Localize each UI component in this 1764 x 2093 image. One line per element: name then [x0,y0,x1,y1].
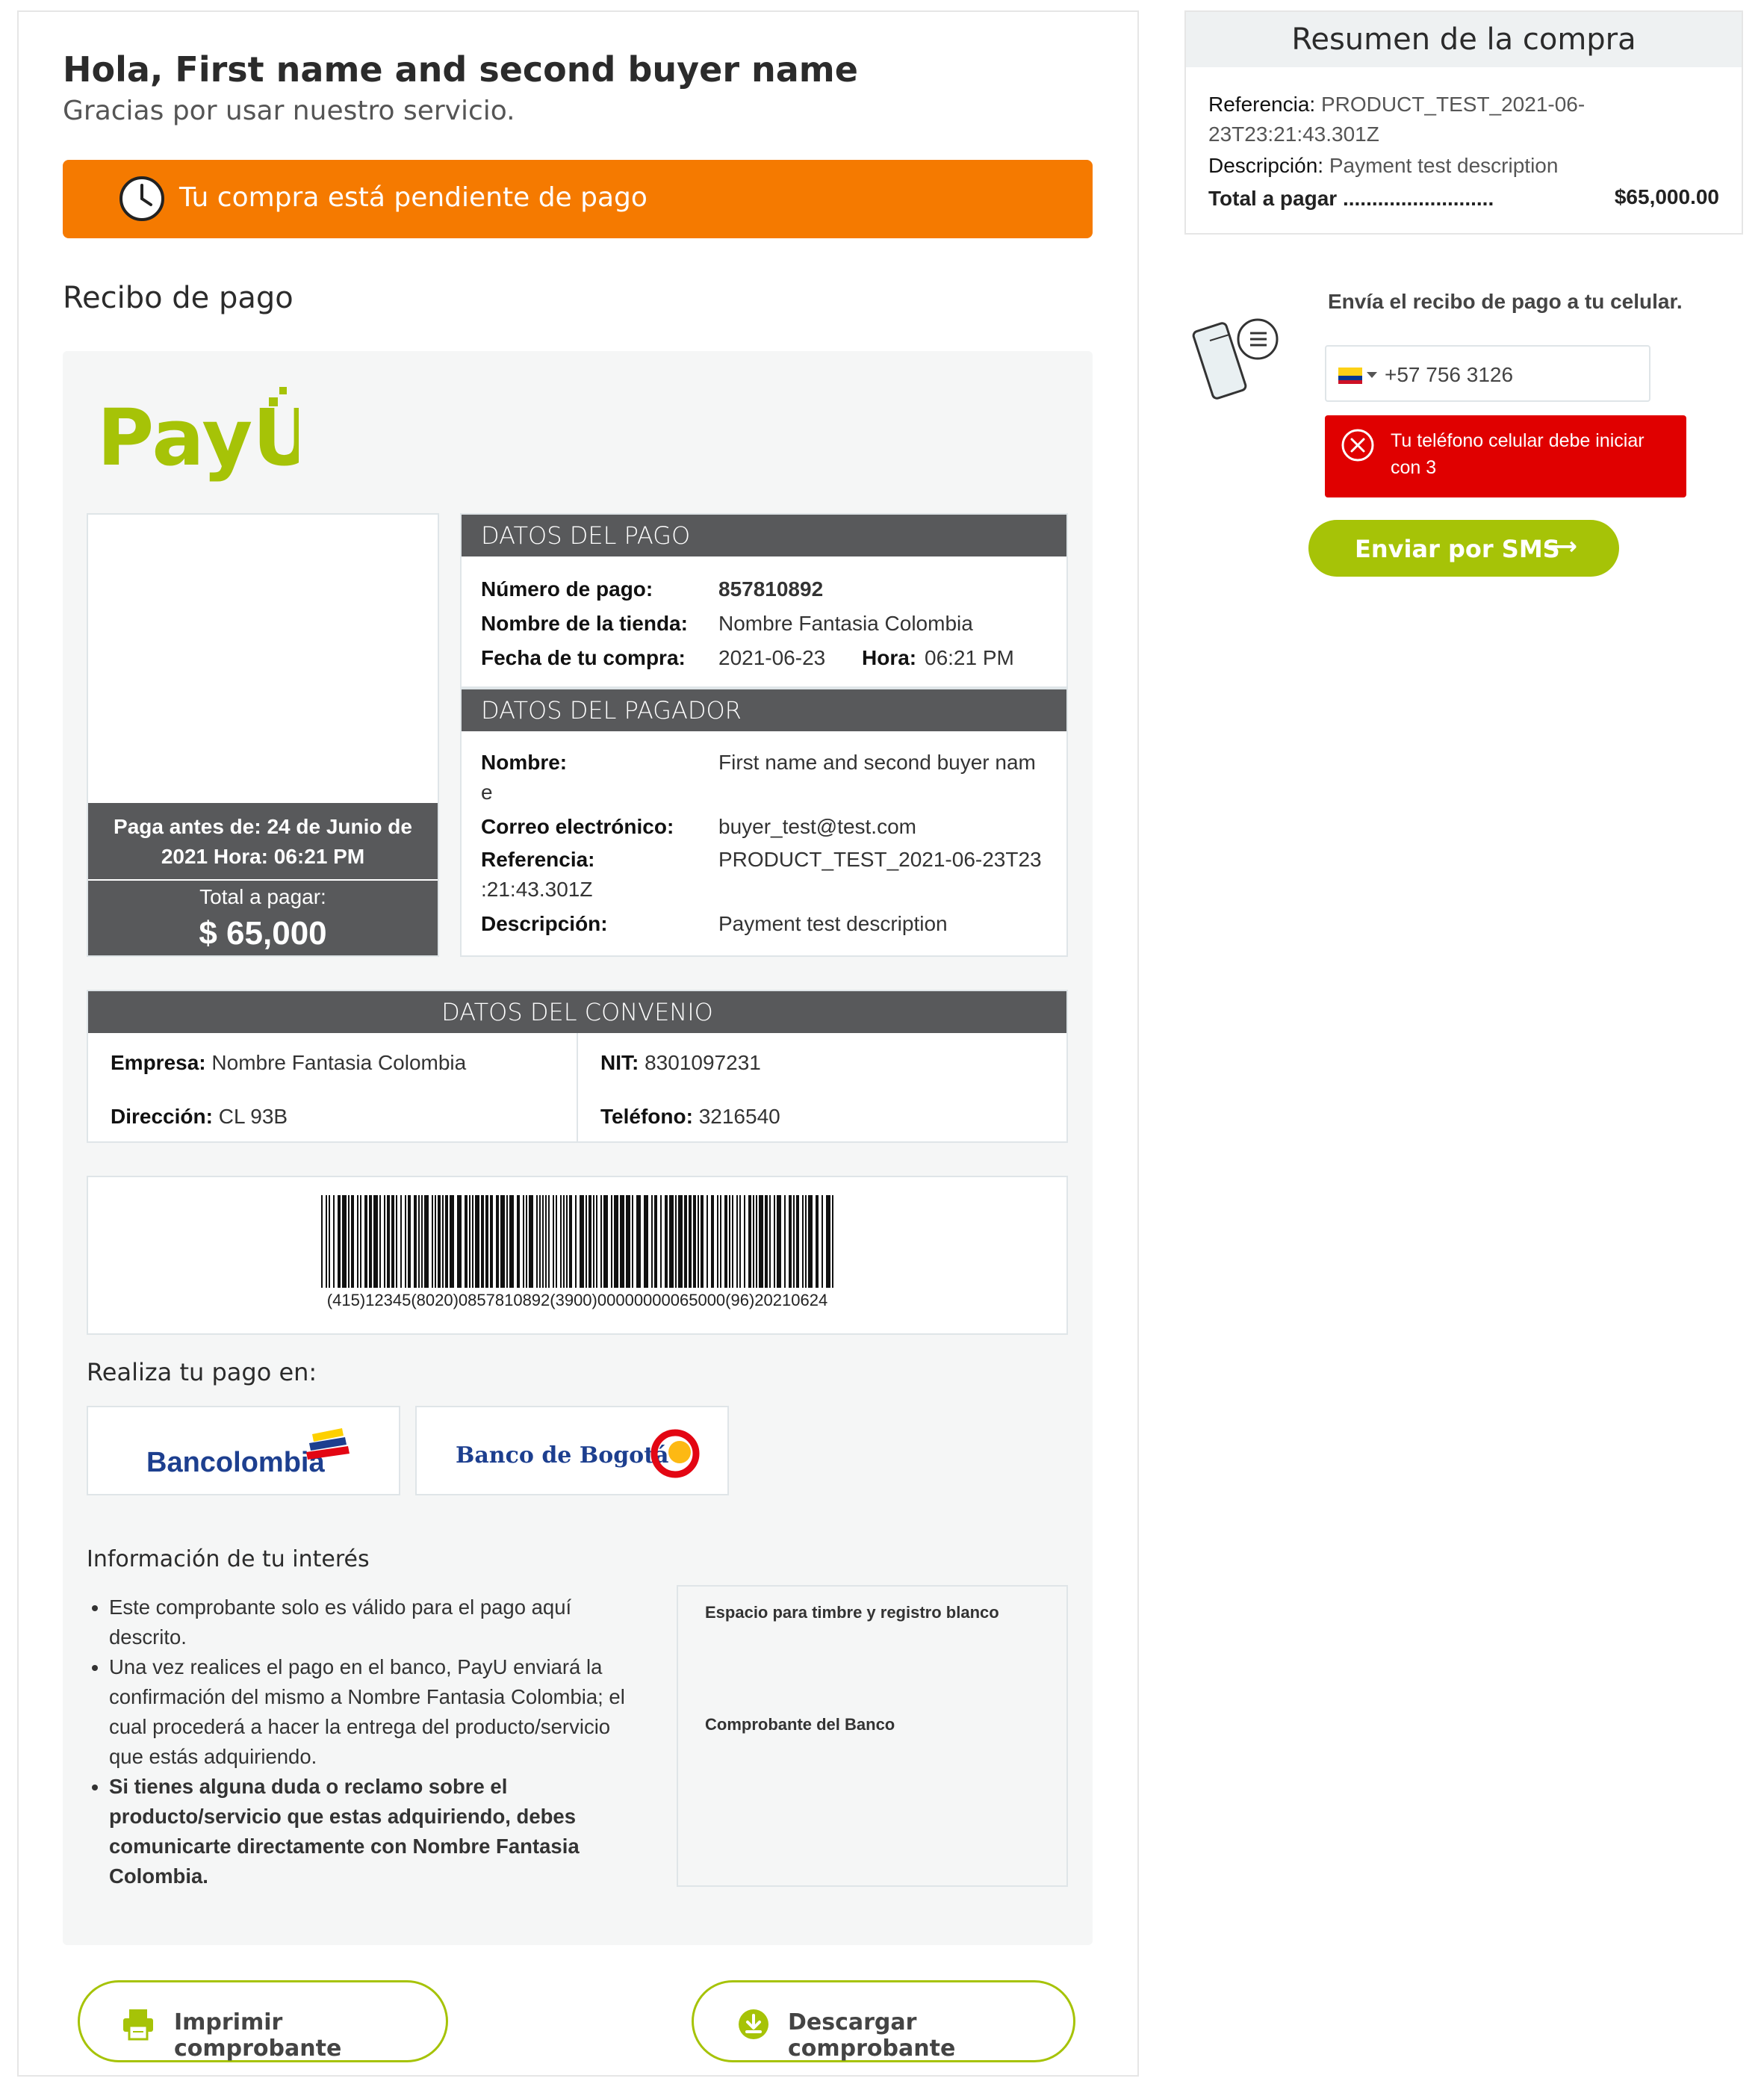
bank-bancolombia: Bancolombia [87,1406,400,1495]
barcode [321,1195,833,1288]
arrow-right-icon: ⟶ [1543,532,1577,560]
pending-status-banner: Tu compra está pendiente de pago [63,160,1093,238]
download-icon [739,2009,768,2039]
info-title: Información de tu interés [87,1546,370,1572]
payer-description-value: Payment test description [718,912,948,935]
total-label: Total a pagar: [199,885,326,908]
agreement-divider [577,1033,578,1141]
agreement-data-section: DATOS DEL CONVENIO Empresa: Nombre Fanta… [87,990,1068,1143]
sms-title: Envía el recibo de pago a tu celular. [1328,290,1683,313]
agreement-phone: Teléfono: 3216540 [600,1105,780,1128]
info-item: Este comprobante solo es válido para el … [109,1593,632,1652]
greeting-title: Hola, First name and second buyer name [63,49,858,90]
purchase-date-value: 2021-06-23 [718,646,826,669]
payu-logo-text: PayU [97,392,299,483]
send-sms-button[interactable]: Enviar por SMS ⟶ [1308,520,1619,577]
pay-at-label: Realiza tu pago en: [87,1358,317,1386]
payer-name-label: Nombre: [481,751,568,774]
payment-data-section: DATOS DEL PAGO Número de pago: 857810892… [460,513,1068,688]
receipt-title: Recibo de pago [63,281,294,315]
agreement-data-header: DATOS DEL CONVENIO [88,991,1066,1033]
banco-de-bogota-logo: Banco de Bogotá [456,1429,700,1478]
download-receipt-button[interactable]: Descargar comprobante [692,1980,1075,2062]
payment-number-value: 857810892 [718,577,824,601]
stamp-label: Espacio para timbre y registro blanco [705,1603,999,1622]
payment-data-header: DATOS DEL PAGO [462,515,1066,556]
summary-reference-wrap: 23T23:21:43.301Z [1208,123,1379,146]
barcode-box: (415)12345(8020)0857810892(3900)00000000… [87,1176,1068,1335]
payu-logo: PayU [97,381,316,489]
info-list: Este comprobante solo es válido para el … [87,1593,632,1891]
payer-name-wrap: e [481,781,493,804]
send-sms-label: Enviar por SMS [1355,535,1560,563]
bank-receipt-label: Comprobante del Banco [705,1715,895,1734]
print-receipt-button[interactable]: Imprimir comprobante [78,1980,448,2062]
store-name-value: Nombre Fantasia Colombia [718,612,973,635]
download-receipt-label: Descargar comprobante [788,2009,956,2062]
agreement-address: Dirección: CL 93B [111,1105,288,1128]
payer-data-header: DATOS DEL PAGADOR [462,689,1066,731]
payment-summary-box: Paga antes de: 24 de Junio de 2021 Hora:… [87,513,439,957]
payer-data-section: DATOS DEL PAGADOR Nombre: First name and… [460,688,1068,957]
agreement-nit: NIT: 8301097231 [600,1051,761,1074]
colombia-flag-icon [1338,368,1362,384]
summary-title: Resumen de la compra [1186,12,1742,67]
printer-icon [123,2009,153,2041]
phone-message-icon [1192,318,1279,400]
total-value: $ 65,000 [199,915,327,952]
summary-total-value: $65,000.00 [1614,185,1719,208]
purchase-date-label: Fecha de tu compra: [481,646,686,669]
payer-name-value: First name and second buyer nam [718,751,1036,774]
chevron-down-icon[interactable] [1367,372,1377,379]
payer-email-label: Correo electrónico: [481,815,674,838]
svg-text:Banco de Bogotá: Banco de Bogotá [456,1442,668,1469]
summary-description: Descripción: Payment test description [1208,154,1559,177]
greeting-subtitle: Gracias por usar nuestro servicio. [63,96,515,126]
payer-reference-wrap: :21:43.301Z [481,878,593,901]
payer-description-label: Descripción: [481,912,608,935]
print-receipt-label: Imprimir comprobante [174,2009,342,2062]
purchase-time-value: 06:21 PM [925,646,1014,669]
total-box: Total a pagar: $ 65,000 [88,881,438,955]
agreement-company: Empresa: Nombre Fantasia Colombia [111,1051,467,1074]
payer-reference-value: PRODUCT_TEST_2021-06-23T23 [718,848,1042,871]
purchase-time-label: Hora: [862,646,917,669]
info-item: Si tienes alguna duda o reclamo sobre el… [109,1772,632,1891]
phone-error-text: Tu teléfono celular debe iniciar con 3 [1391,430,1645,478]
payer-email-value: buyer_test@test.com [718,815,916,838]
clock-icon [119,176,164,221]
phone-input[interactable]: +57 756 3126 [1325,345,1650,402]
bancolombia-logo: Bancolombia [146,1428,350,1478]
pending-status-label: Tu compra está pendiente de pago [179,182,647,213]
info-item: Una vez realices el pago en el banco, Pa… [109,1652,632,1772]
purchase-summary: Resumen de la compra Referencia: PRODUCT… [1184,10,1743,235]
phone-input-value: +57 756 3126 [1385,363,1514,386]
summary-total-label: Total a pagar .......................... [1208,187,1494,210]
bank-banco-de-bogota: Banco de Bogotá [415,1406,729,1495]
phone-error-message: Tu teléfono celular debe iniciar con 3 [1325,415,1686,497]
stamp-box: Espacio para timbre y registro blanco Co… [677,1585,1068,1887]
payment-number-label: Número de pago: [481,577,653,601]
svg-text:Bancolombia: Bancolombia [146,1447,325,1478]
store-name-label: Nombre de la tienda: [481,612,688,635]
summary-reference: Referencia: PRODUCT_TEST_2021-06- [1208,93,1586,116]
error-icon [1341,429,1374,462]
payer-reference-label: Referencia: [481,848,595,871]
due-date-label: Paga antes de: 24 de Junio de 2021 Hora:… [88,803,438,879]
barcode-number: (415)12345(8020)0857810892(3900)00000000… [326,1291,828,1309]
